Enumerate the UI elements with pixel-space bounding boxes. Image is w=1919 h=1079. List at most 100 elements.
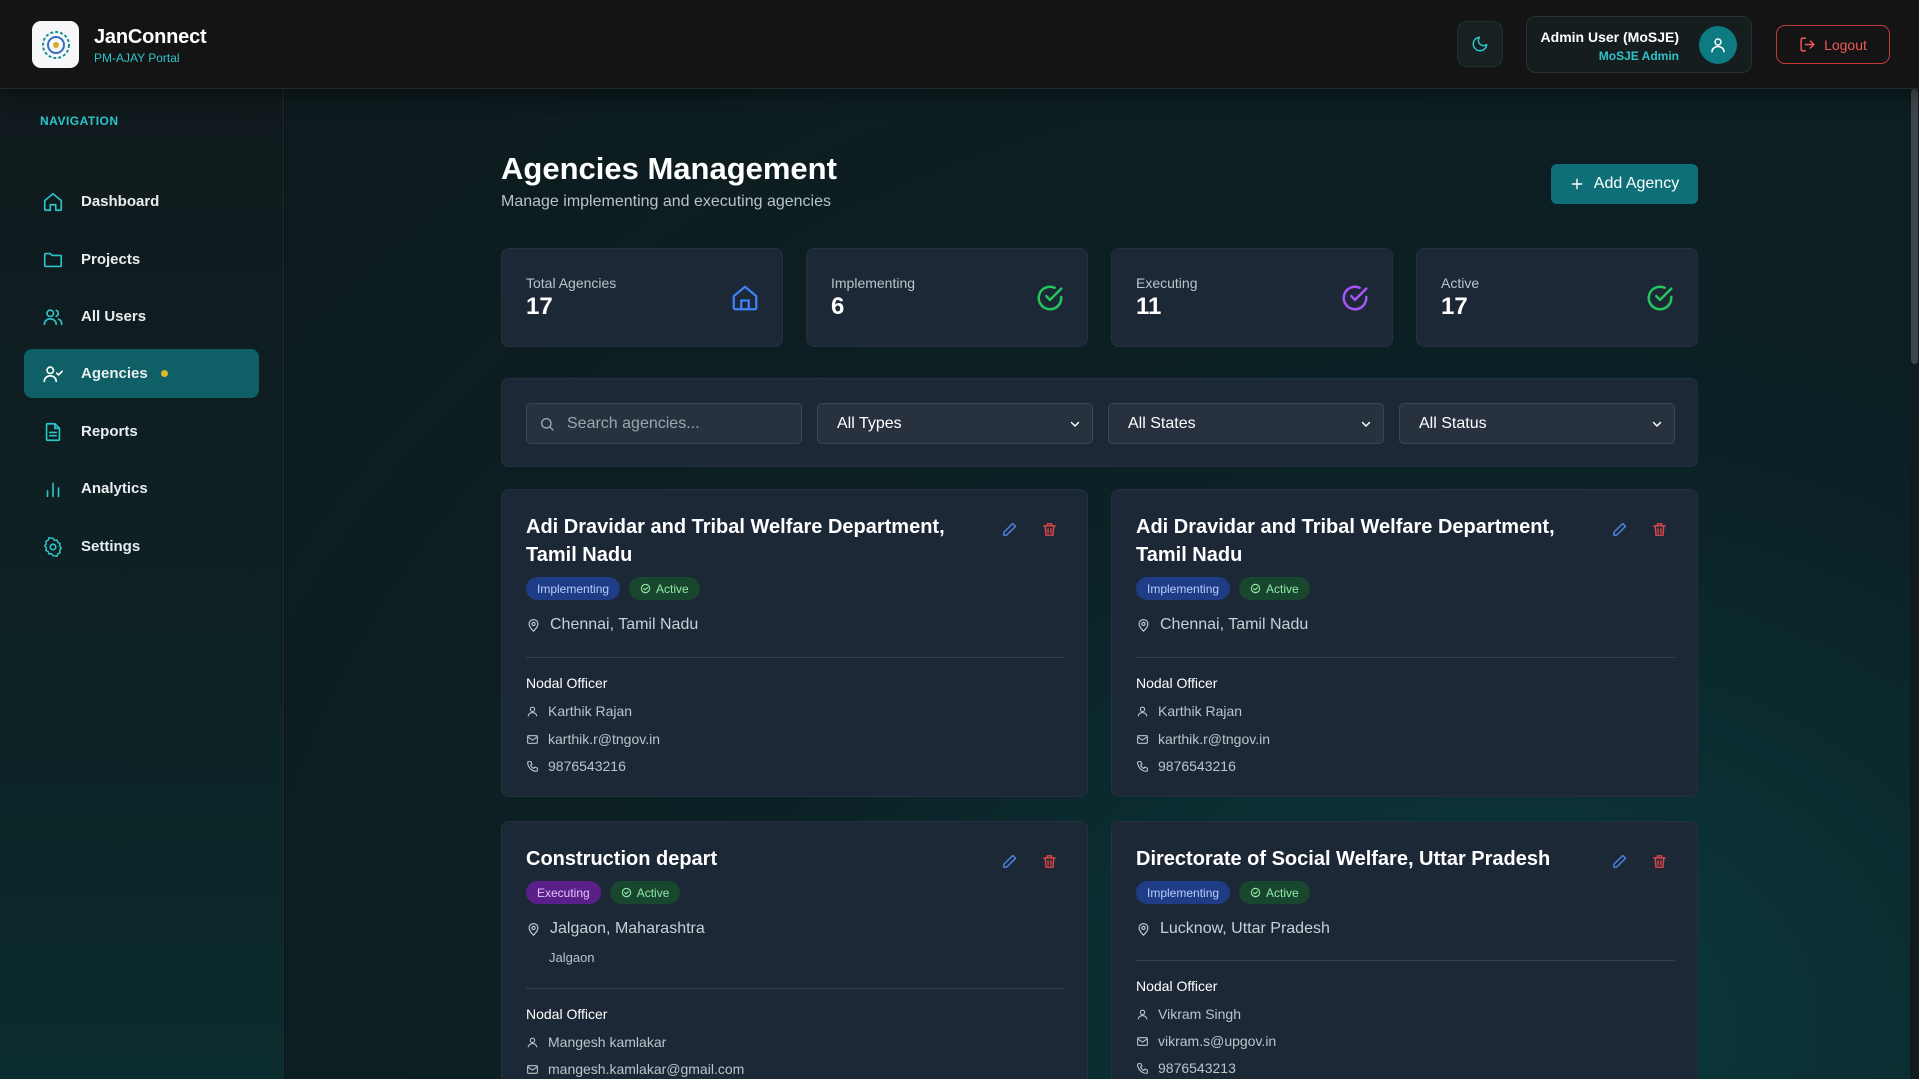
agency-name: Directorate of Social Welfare, Uttar Pra… (1136, 848, 1551, 870)
officer-phone[interactable]: 9876543216 (1136, 758, 1236, 774)
select-value: All Types (837, 414, 902, 432)
sidebar-item-label: All Users (81, 308, 147, 325)
sidebar-item-label: Agencies (81, 365, 148, 382)
stat-label: Executing (1136, 275, 1198, 291)
stat-card-implementing: Implementing 6 (806, 248, 1088, 347)
chevron-down-icon (1361, 421, 1371, 427)
phone-icon (1137, 1062, 1148, 1074)
sidebar-item-reports[interactable]: Reports (24, 407, 259, 456)
state-filter-select[interactable]: All States (1108, 403, 1384, 444)
theme-toggle-button[interactable] (1457, 21, 1503, 67)
avatar[interactable] (1699, 26, 1737, 64)
select-value: All States (1128, 414, 1196, 432)
status-filter-select[interactable]: All Status (1399, 403, 1675, 444)
active-indicator-dot (160, 370, 168, 377)
user-icon (1137, 706, 1148, 716)
app-logo[interactable] (32, 21, 79, 68)
app-name: JanConnect (94, 26, 207, 48)
agency-card[interactable]: Adi Dravidar and Tribal Welfare Departme… (1111, 489, 1698, 797)
badge-group: Executing Active (526, 881, 681, 904)
add-agency-label: Add Agency (1593, 175, 1680, 192)
agency-location: Chennai, Tamil Nadu (526, 616, 698, 634)
status-badge: Active (1239, 577, 1310, 600)
delete-icon[interactable] (1041, 853, 1058, 870)
map-pin-icon (528, 922, 539, 936)
stat-value: 11 (1136, 293, 1162, 320)
type-badge: Implementing (1136, 881, 1231, 904)
divider (1136, 657, 1675, 658)
check-circle-icon (621, 887, 631, 898)
main-content: Agencies Management Manage implementing … (285, 89, 1919, 1079)
delete-icon[interactable] (1041, 521, 1058, 538)
users-icon (42, 306, 64, 328)
officer-email[interactable]: karthik.r@tngov.in (526, 731, 660, 747)
app-subtitle: PM-AJAY Portal (94, 51, 180, 65)
agency-district: Jalgaon (549, 950, 595, 965)
sidebar-item-settings[interactable]: Settings (24, 522, 259, 571)
gear-icon (42, 536, 64, 558)
check-circle-icon (1037, 285, 1063, 311)
agency-location: Lucknow, Uttar Pradesh (1136, 920, 1330, 938)
sidebar-item-label: Dashboard (81, 193, 160, 210)
stat-label: Active (1441, 275, 1480, 291)
nav-title: NAVIGATION (40, 114, 119, 128)
delete-icon[interactable] (1651, 853, 1668, 870)
stat-card-executing: Executing 11 (1111, 248, 1393, 347)
sidebar-item-analytics[interactable]: Analytics (24, 464, 259, 513)
type-filter-select[interactable]: All Types (817, 403, 1093, 444)
map-pin-icon (1138, 922, 1149, 936)
stat-value: 6 (831, 293, 845, 320)
search-box[interactable] (526, 403, 802, 444)
sidebar-item-projects[interactable]: Projects (24, 235, 259, 284)
edit-icon[interactable] (1611, 853, 1628, 870)
moon-icon (1472, 36, 1488, 52)
file-text-icon (42, 421, 64, 443)
officer-phone[interactable]: 9876543216 (526, 758, 626, 774)
logout-button[interactable]: Logout (1776, 25, 1890, 64)
map-pin-icon (528, 618, 539, 632)
search-input[interactable] (567, 404, 797, 443)
agency-card[interactable]: Construction depart Executing Active Jal… (501, 821, 1088, 1079)
sidebar-item-dashboard[interactable]: Dashboard (24, 177, 259, 226)
user-icon (1711, 38, 1725, 53)
user-check-icon (42, 363, 64, 385)
edit-icon[interactable] (1611, 521, 1628, 538)
status-badge: Active (1239, 881, 1310, 904)
home-icon (42, 191, 64, 213)
stat-value: 17 (1441, 293, 1468, 320)
page-subtitle: Manage implementing and executing agenci… (501, 193, 831, 210)
officer-name: Karthik Rajan (1136, 703, 1242, 719)
officer-phone[interactable]: 9876543213 (1136, 1060, 1236, 1076)
badge-group: Implementing Active (526, 577, 700, 600)
edit-icon[interactable] (1001, 853, 1018, 870)
badge-group: Implementing Active (1136, 577, 1310, 600)
status-badge: Active (609, 881, 681, 904)
officer-email[interactable]: mangesh.kamlakar@gmail.com (526, 1061, 744, 1077)
delete-icon[interactable] (1651, 521, 1668, 538)
chevron-down-icon (1652, 421, 1662, 427)
top-header: JanConnect PM-AJAY Portal Admin User (Mo… (0, 0, 1919, 89)
check-circle-icon (1342, 285, 1368, 311)
mail-icon (527, 1064, 538, 1074)
officer-email[interactable]: vikram.s@upgov.in (1136, 1033, 1276, 1049)
check-circle-icon (1250, 583, 1261, 594)
sidebar-item-all-users[interactable]: All Users (24, 292, 259, 341)
stat-label: Total Agencies (526, 275, 617, 291)
user-icon (527, 1037, 538, 1047)
user-profile[interactable]: Admin User (MoSJE) MoSJE Admin (1526, 16, 1752, 73)
officer-email[interactable]: karthik.r@tngov.in (1136, 731, 1270, 747)
check-circle-icon (640, 583, 651, 594)
folder-icon (42, 249, 64, 271)
edit-icon[interactable] (1001, 521, 1018, 538)
logo-emblem-icon (41, 30, 70, 59)
add-agency-button[interactable]: Add Agency (1551, 164, 1698, 204)
scrollbar-thumb[interactable] (1911, 89, 1918, 364)
chevron-down-icon (1070, 421, 1080, 427)
agency-card[interactable]: Directorate of Social Welfare, Uttar Pra… (1111, 821, 1698, 1079)
type-badge: Implementing (1136, 577, 1231, 600)
agency-card[interactable]: Adi Dravidar and Tribal Welfare Departme… (501, 489, 1088, 797)
sidebar-item-agencies[interactable]: Agencies (24, 349, 259, 398)
stat-label: Implementing (831, 275, 916, 291)
phone-icon (527, 760, 538, 772)
logout-label: Logout (1824, 36, 1867, 53)
